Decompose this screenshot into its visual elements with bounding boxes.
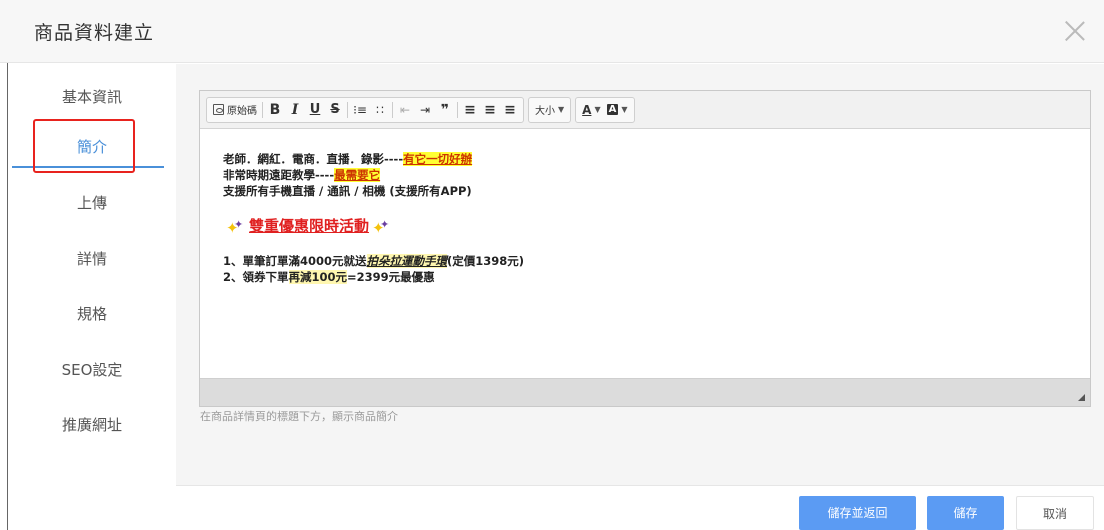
content-line-1: 老師．網紅．電商．直播．錄影----有它一切好辦 <box>223 151 1070 167</box>
editor-content-area[interactable]: 老師．網紅．電商．直播．錄影----有它一切好辦 非常時期遠距教學----最需要… <box>200 129 1090 378</box>
item2-suffix: =2399元最優惠 <box>347 270 435 284</box>
source-code-icon <box>213 104 224 115</box>
line2-highlight: 最需要它 <box>334 168 381 182</box>
line2-text: 非常時期遠距教學---- <box>223 168 335 182</box>
item1-text: 1、單筆訂單滿4000元就送 <box>223 254 367 268</box>
toolbar-separator <box>392 101 393 118</box>
save-button[interactable]: 儲存 <box>927 496 1004 530</box>
sidebar-item-promo-url[interactable]: 推廣網址 <box>8 405 176 445</box>
toolbar-separator <box>457 101 458 118</box>
content-item-2: 2、領券下單再減100元=2399元最優惠 <box>223 269 1070 285</box>
item2-text: 2、領券下單 <box>223 270 289 284</box>
underline-button[interactable]: U <box>305 99 325 121</box>
promo-text: 雙重優惠限時活動 <box>249 217 370 235</box>
sidebar-item-upload[interactable]: 上傳 <box>8 183 176 223</box>
sidebar-item-details[interactable]: 詳情 <box>8 239 176 279</box>
bold-button[interactable]: B <box>265 99 285 121</box>
modal-title: 商品資料建立 <box>34 22 155 44</box>
source-code-button[interactable]: 原始碼 <box>210 99 260 121</box>
bg-color-button[interactable]: A ▼ <box>604 99 631 121</box>
annotation-highlight-box <box>33 119 135 173</box>
indent-icon[interactable]: ⇥ <box>415 99 435 121</box>
item1-suffix: (定價1398元) <box>447 254 525 268</box>
sidebar-item-basic-info[interactable]: 基本資訊 <box>8 77 176 117</box>
sidebar-item-specs[interactable]: 規格 <box>8 294 176 334</box>
strikethrough-button[interactable]: S <box>325 99 345 121</box>
sparkle-icon: ✦ ✦ <box>226 218 244 237</box>
close-icon[interactable] <box>1062 18 1088 44</box>
font-color-button[interactable]: A ▼ <box>579 99 603 121</box>
align-center-icon[interactable]: ≡ <box>480 99 500 121</box>
content-line-2: 非常時期遠距教學----最需要它 <box>223 167 1070 183</box>
align-left-icon[interactable]: ≡ <box>460 99 480 121</box>
content-item-1: 1、單筆訂單滿4000元就送拍朵拉運動手環(定價1398元) <box>223 253 1070 269</box>
chevron-down-icon: ▼ <box>621 105 628 114</box>
modal-header: 商品資料建立 <box>0 0 1104 63</box>
font-size-select[interactable]: 大小 ▼ <box>532 99 567 121</box>
toolbar-group-format: 原始碼 B I U S ⁝≡ ∷ ⇤ ⇥ ❞ ≡ ≡ ≡ <box>206 96 524 123</box>
toolbar-separator <box>262 101 263 118</box>
sidebar-item-seo[interactable]: SEO設定 <box>8 350 176 390</box>
editor-toolbar: 原始碼 B I U S ⁝≡ ∷ ⇤ ⇥ ❞ ≡ ≡ ≡ 大小 ▼ A ▼ A … <box>200 91 1090 129</box>
cancel-button[interactable]: 取消 <box>1016 496 1094 530</box>
chevron-down-icon: ▼ <box>558 105 565 114</box>
chevron-down-icon: ▼ <box>594 105 601 114</box>
sparkle-icon: ✦ ✦ <box>372 218 390 237</box>
font-color-icon: A <box>582 102 592 117</box>
blockquote-icon[interactable]: ❞ <box>435 99 455 121</box>
promo-heading: ✦ ✦ 雙重優惠限時活動 ✦ ✦ <box>223 217 1070 237</box>
outdent-icon[interactable]: ⇤ <box>395 99 415 121</box>
italic-button[interactable]: I <box>285 99 305 121</box>
line1-highlight: 有它一切好辦 <box>403 152 473 166</box>
toolbar-group-color: A ▼ A ▼ <box>575 96 635 123</box>
ordered-list-icon[interactable]: ⁝≡ <box>350 99 370 121</box>
source-code-label: 原始碼 <box>227 106 257 117</box>
font-size-dropdown[interactable]: 大小 ▼ <box>528 96 572 123</box>
item2-highlight: 再減100元 <box>288 270 348 284</box>
font-size-label: 大小 <box>535 106 555 117</box>
help-text: 在商品詳情頁的標題下方，顯示商品簡介 <box>200 410 398 423</box>
unordered-list-icon[interactable]: ∷ <box>370 99 390 121</box>
content-line-3: 支援所有手機直播 / 通訊 / 相機 (支援所有APP) <box>223 184 472 198</box>
align-right-icon[interactable]: ≡ <box>500 99 520 121</box>
toolbar-separator <box>347 101 348 118</box>
save-and-return-button[interactable]: 儲存並返回 <box>799 496 916 530</box>
editor-statusbar <box>200 378 1090 406</box>
item1-emphasis: 拍朵拉運動手環 <box>366 254 448 268</box>
resize-handle-icon[interactable] <box>1078 394 1085 401</box>
line1-text: 老師．網紅．電商．直播．錄影---- <box>223 152 404 166</box>
bg-color-icon: A <box>606 104 619 115</box>
rich-text-editor: 原始碼 B I U S ⁝≡ ∷ ⇤ ⇥ ❞ ≡ ≡ ≡ 大小 ▼ A ▼ A … <box>199 90 1091 407</box>
